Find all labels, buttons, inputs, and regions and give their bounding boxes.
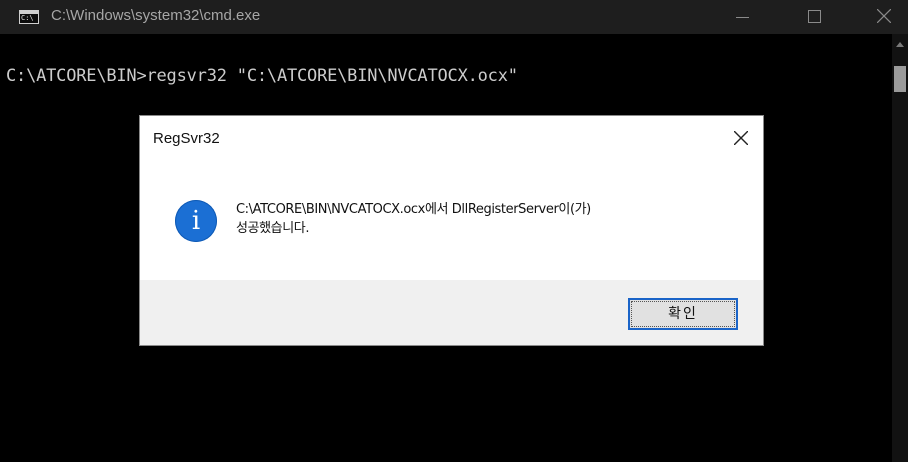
scroll-thumb[interactable] <box>894 66 906 92</box>
info-icon-letter: i <box>191 206 201 236</box>
minimize-button[interactable] <box>718 0 766 34</box>
regsvr32-dialog: RegSvr32 i C:\ATCORE\BIN\NVCATOCX.ocx에서 … <box>139 115 764 346</box>
minimize-icon <box>736 17 749 18</box>
cmd-icon-text: C:\ <box>21 14 34 22</box>
close-icon <box>734 131 748 145</box>
maximize-button[interactable] <box>791 0 839 34</box>
maximize-icon <box>808 10 821 23</box>
dialog-message-line1: C:\ATCORE\BIN\NVCATOCX.ocx에서 DllRegister… <box>236 202 591 217</box>
scroll-up-arrow-icon[interactable] <box>896 42 904 47</box>
info-icon: i <box>175 200 217 242</box>
dialog-footer: 확인 <box>140 280 763 345</box>
dialog-close-button[interactable] <box>728 125 754 151</box>
window-title: C:\Windows\system32\cmd.exe <box>51 7 261 24</box>
dialog-message: C:\ATCORE\BIN\NVCATOCX.ocx에서 DllRegister… <box>236 200 736 238</box>
console-scrollbar[interactable] <box>892 34 908 462</box>
dialog-message-line2: 성공했습니다. <box>236 221 310 236</box>
dialog-title: RegSvr32 <box>153 130 220 147</box>
close-icon <box>877 9 891 23</box>
console-output-line: C:\ATCORE\BIN>regsvr32 "C:\ATCORE\BIN\NV… <box>6 66 518 86</box>
ok-button[interactable]: 확인 <box>628 298 738 330</box>
console-titlebar[interactable]: C:\ C:\Windows\system32\cmd.exe <box>0 0 908 34</box>
cmd-icon[interactable]: C:\ <box>19 10 39 24</box>
close-button[interactable] <box>860 0 908 34</box>
